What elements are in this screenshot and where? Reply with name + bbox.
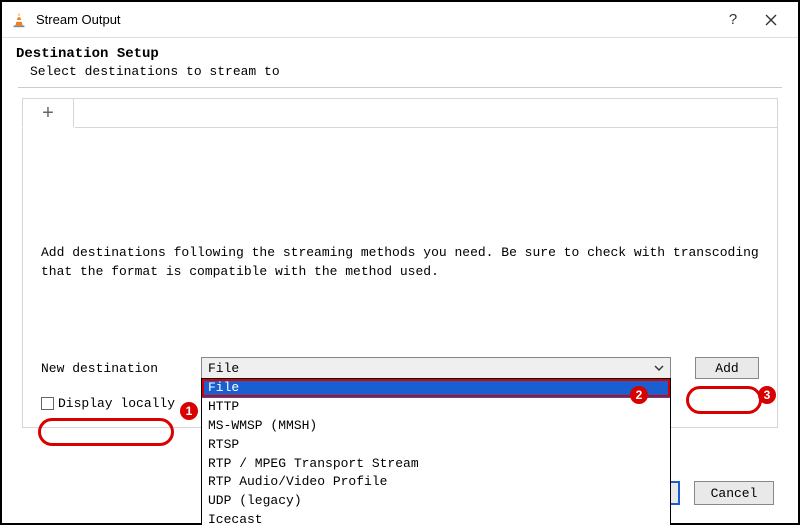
dropdown-option[interactable]: RTP Audio/Video Profile [202, 473, 670, 492]
chevron-down-icon [652, 361, 666, 375]
titlebar: Stream Output ? [2, 2, 798, 38]
add-button-label: Add [715, 361, 738, 376]
tabstrip: + [22, 98, 74, 128]
add-destination-tab[interactable]: + [22, 98, 74, 128]
destination-select[interactable]: File File HTTP MS-WMSP (MMSH) RTSP RTP /… [201, 357, 671, 379]
dropdown-option[interactable]: Icecast [202, 511, 670, 525]
stream-output-window: Stream Output ? Destination Setup Select… [0, 0, 800, 525]
new-destination-row: New destination File File HTTP MS-WMSP (… [41, 357, 759, 379]
display-locally-checkbox[interactable] [41, 397, 54, 410]
close-button[interactable] [752, 2, 790, 38]
new-destination-label: New destination [41, 361, 201, 376]
plus-icon: + [42, 102, 54, 125]
cancel-button-label: Cancel [711, 486, 758, 501]
description-text: Add destinations following the streaming… [41, 244, 759, 282]
destination-tab-panel: + Add destinations following the streami… [22, 98, 778, 428]
dropdown-option[interactable]: File [202, 379, 670, 398]
dropdown-option[interactable]: HTTP [202, 398, 670, 417]
tabcontent: Add destinations following the streaming… [23, 129, 777, 427]
header-divider [18, 87, 782, 88]
destination-dropdown[interactable]: File HTTP MS-WMSP (MMSH) RTSP RTP / MPEG… [201, 378, 671, 525]
dropdown-option[interactable]: MS-WMSP (MMSH) [202, 417, 670, 436]
destination-select-value: File [208, 361, 239, 376]
dropdown-option[interactable]: RTP / MPEG Transport Stream [202, 455, 670, 474]
add-button[interactable]: Add [695, 357, 759, 379]
help-button[interactable]: ? [714, 2, 752, 38]
page-header: Destination Setup Select destinations to… [2, 38, 798, 83]
destination-select-closed[interactable]: File [201, 357, 671, 379]
window-title: Stream Output [36, 12, 121, 27]
display-locally-row: Display locally [41, 396, 175, 411]
cancel-button[interactable]: Cancel [694, 481, 774, 505]
page-subtitle: Select destinations to stream to [16, 62, 784, 79]
dropdown-option[interactable]: RTSP [202, 436, 670, 455]
dropdown-option[interactable]: UDP (legacy) [202, 492, 670, 511]
page-title: Destination Setup [16, 46, 784, 62]
vlc-icon [10, 11, 28, 29]
display-locally-label: Display locally [58, 396, 175, 411]
